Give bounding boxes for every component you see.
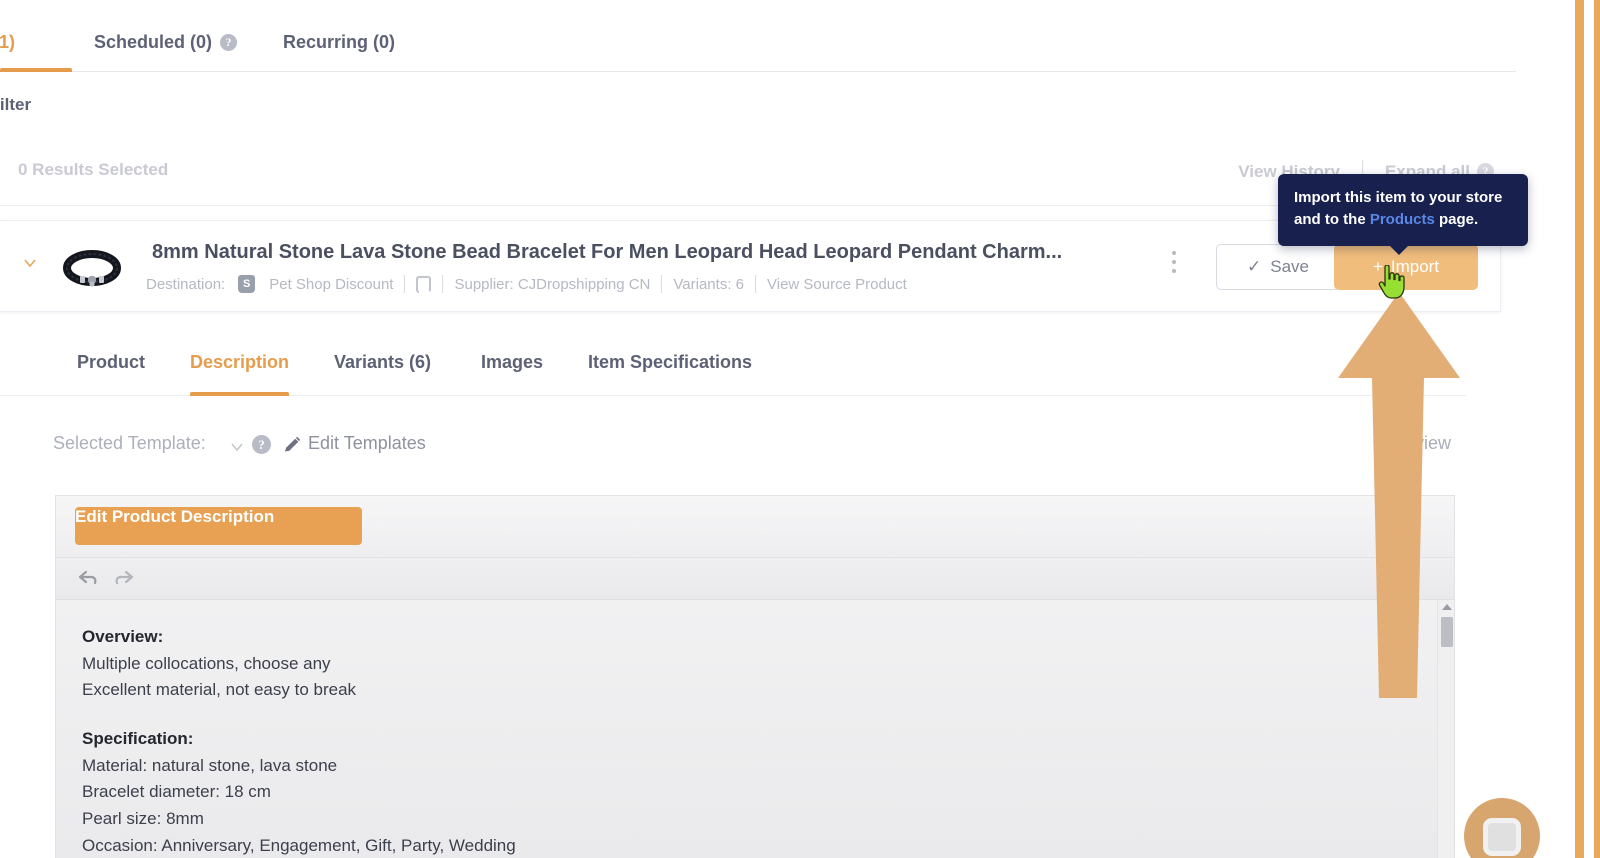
import-tooltip: Import this item to your store and to th… [1278,174,1528,254]
eye-icon [1373,433,1395,454]
plus-icon: + [1372,257,1383,276]
description-line: Excellent material, not easy to break [82,680,357,700]
description-line: Overview: [82,627,164,646]
description-line: Bracelet diameter: 18 cm [82,782,271,802]
template-dropdown[interactable] [228,438,246,461]
help-icon[interactable]: ? [220,34,238,51]
divider [661,275,663,293]
editor-scrollbar[interactable] [1437,600,1454,858]
tab-scheduled[interactable]: Scheduled (0)? [94,32,238,53]
recording-frame-border-outer [1594,0,1600,858]
redo-icon[interactable] [113,567,135,594]
shopify-store-icon [238,275,256,293]
help-icon[interactable]: ? [252,435,271,454]
divider [442,275,444,293]
editor-toolbar [56,558,1454,600]
description-line: Occasion: Anniversary, Engagement, Gift,… [82,835,516,855]
description-line: Pearl size: 8mm [82,809,204,829]
add-filter-button[interactable]: dd Filter [0,95,31,115]
selected-template-label: Selected Template: [53,433,206,453]
description-line: Specification: [82,729,194,749]
product-meta: Destination: Pet Shop Discount Supplier:… [146,275,907,293]
save-button-label: Save [1270,257,1309,276]
tab-item-specifications-label: Item Specifications [588,352,753,372]
description-line: Material: natural stone, lava stone [82,755,338,775]
note-icon[interactable] [416,275,432,293]
preview-label: eview [1404,433,1451,453]
supplier-label: Supplier: CJDropshipping CN [454,275,651,293]
tab-item-specifications[interactable]: Item Specifications [588,352,752,373]
recording-frame-border [1575,0,1584,858]
chevron-down-icon[interactable] [22,255,38,271]
tab-recurring-label: Recurring (0) [283,32,396,52]
divider [404,275,406,293]
frame-gap [1584,0,1594,858]
description-editor: Edit Product Description Overview: Multi… [55,495,1455,858]
tab-product-label: Product [77,352,146,372]
filter-row: dd Filter [0,95,1516,141]
tooltip-text-after: page. [1434,210,1479,228]
tab-description-label: Description [190,352,290,372]
detail-tab-bar: Product Description Variants (6) Images … [0,340,1466,396]
tab-product[interactable]: Product [77,352,145,373]
import-button-label: Import [1390,257,1440,276]
tab-images-label: Images [481,352,544,372]
results-selected-count: 0 Results Selected [18,160,169,179]
tab-variants[interactable]: Variants (6) [334,352,431,373]
tab-variants-label: Variants (6) [334,352,432,372]
check-icon: ✓ [1247,257,1262,276]
edit-templates-button[interactable]: Edit Templates [308,433,426,454]
destination-label: Destination: [146,275,226,293]
scroll-up-icon[interactable] [1442,604,1452,610]
product-thumbnail[interactable] [58,243,126,291]
tab-drafts-underline [0,68,72,72]
product-row: 8mm Natural Stone Lava Stone Bead Bracel… [0,220,1501,312]
dot [1172,251,1176,255]
tab-images[interactable]: Images [481,352,543,373]
tab-description[interactable]: Description [190,352,289,373]
divider [755,275,756,293]
top-tab-bar: fts (1) Scheduled (0)? Recurring (0) [0,0,1516,72]
variants-count: Variants: 6 [673,275,744,293]
preview-button[interactable]: eview [1373,433,1451,454]
edit-product-description-button[interactable]: Edit Product Description [75,507,362,545]
undo-icon[interactable] [77,567,99,594]
chat-bubble-icon [1483,818,1521,856]
description-line: Multiple collocations, choose any [82,653,331,673]
tooltip-products-link[interactable]: Products [1370,211,1435,228]
dot [1172,269,1176,273]
tab-scheduled-label: Scheduled (0) [94,32,213,52]
description-content[interactable]: Overview: Multiple collocations, choose … [56,600,1454,858]
pencil-icon[interactable] [282,435,302,460]
chat-support-button[interactable] [1464,798,1540,858]
more-options-button[interactable] [1172,251,1176,278]
app-screen: fts (1) Scheduled (0)? Recurring (0) dd … [0,0,1600,858]
editor-header: Edit Product Description [56,496,1454,558]
dot [1172,260,1176,264]
destination-value: Pet Shop Discount [269,275,394,293]
tab-drafts-label: fts (1) [0,32,15,52]
view-source-product-link[interactable]: View Source Product [767,276,907,293]
tab-description-underline [190,392,289,396]
tab-recurring[interactable]: Recurring (0) [283,32,395,53]
scrollbar-thumb[interactable] [1441,617,1453,647]
save-button[interactable]: ✓ Save [1216,244,1340,290]
product-title[interactable]: 8mm Natural Stone Lava Stone Bead Bracel… [152,241,1062,264]
template-row: Selected Template: ? Edit Templates evie… [0,432,1466,466]
tab-drafts[interactable]: fts (1) [0,32,15,53]
